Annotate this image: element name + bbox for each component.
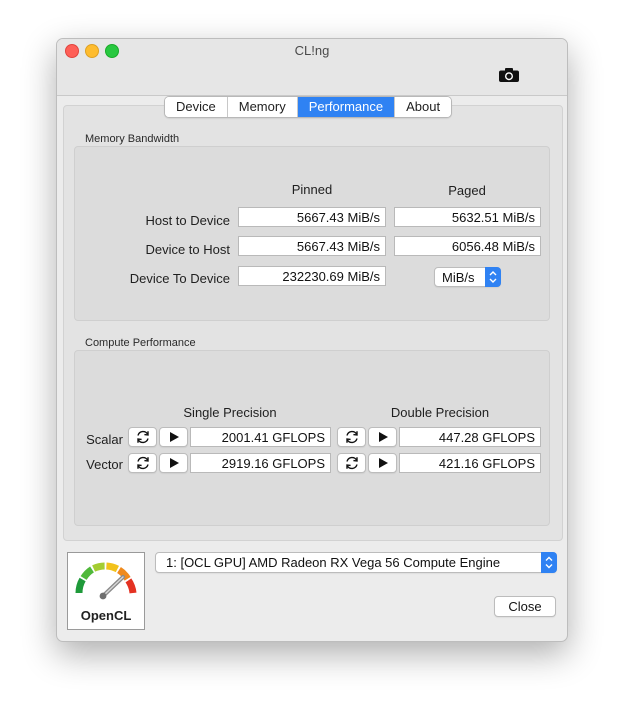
close-button[interactable]: Close [494, 596, 556, 617]
tab-performance[interactable]: Performance [297, 97, 396, 117]
memory-bandwidth-group [74, 146, 550, 321]
vector-single-refresh-button[interactable] [128, 453, 157, 473]
device-select-value: 1: [OCL GPU] AMD Radeon RX Vega 56 Compu… [166, 555, 501, 570]
device-select[interactable]: 1: [OCL GPU] AMD Radeon RX Vega 56 Compu… [155, 552, 557, 573]
chevron-updown-icon [541, 552, 557, 573]
window-title: CL!ng [294, 43, 330, 58]
device-to-host-paged-field: 6056.48 MiB/s [394, 236, 541, 256]
row-label-vector: Vector [86, 457, 123, 472]
compute-performance-label: Compute Performance [85, 337, 196, 349]
row-label-scalar: Scalar [86, 432, 123, 447]
vector-single-field: 2919.16 GFLOPS [190, 453, 331, 473]
vector-double-refresh-button[interactable] [337, 453, 366, 473]
opencl-logo-text: OpenCL [80, 608, 132, 623]
app-window: CL!ng Device Memory Performance About Me… [56, 38, 568, 642]
scalar-single-run-button[interactable] [159, 427, 188, 447]
tab-device[interactable]: Device [165, 97, 228, 117]
vector-double-field: 421.16 GFLOPS [399, 453, 541, 473]
row-label-device-to-device: Device To Device [129, 271, 230, 286]
scalar-double-field: 447.28 GFLOPS [399, 427, 541, 447]
play-icon [378, 458, 388, 468]
tab-about[interactable]: About [395, 97, 452, 117]
tab-bar: Device Memory Performance About [164, 96, 453, 118]
row-label-host-to-device: Host to Device [145, 213, 230, 228]
unit-select[interactable]: MiB/s [434, 267, 501, 287]
paged-column-header: Paged [448, 183, 486, 198]
play-icon [378, 432, 388, 442]
scalar-double-refresh-button[interactable] [337, 427, 366, 447]
scalar-double-run-button[interactable] [368, 427, 397, 447]
chevron-updown-icon [485, 267, 501, 287]
refresh-icon [136, 430, 149, 444]
refresh-icon [345, 430, 358, 444]
memory-bandwidth-label: Memory Bandwidth [85, 133, 180, 145]
unit-select-value: MiB/s [442, 270, 475, 285]
double-precision-header: Double Precision [390, 405, 490, 420]
refresh-icon [345, 456, 358, 470]
title-bar: CL!ng [57, 39, 567, 96]
vector-double-run-button[interactable] [368, 453, 397, 473]
device-to-device-pinned-field: 232230.69 MiB/s [238, 266, 386, 286]
play-icon [169, 432, 179, 442]
vector-single-run-button[interactable] [159, 453, 188, 473]
pinned-column-header: Pinned [291, 182, 333, 197]
refresh-icon [136, 456, 149, 470]
row-label-device-to-host: Device to Host [145, 242, 230, 257]
device-to-host-pinned-field: 5667.43 MiB/s [238, 236, 386, 256]
scalar-single-refresh-button[interactable] [128, 427, 157, 447]
opencl-gauge-icon [75, 562, 137, 600]
play-icon [169, 458, 179, 468]
scalar-single-field: 2001.41 GFLOPS [190, 427, 331, 447]
host-to-device-paged-field: 5632.51 MiB/s [394, 207, 541, 227]
single-precision-header: Single Precision [183, 405, 277, 420]
camera-icon[interactable] [499, 68, 519, 82]
tab-memory[interactable]: Memory [227, 97, 298, 117]
host-to-device-pinned-field: 5667.43 MiB/s [238, 207, 386, 227]
opencl-logo: OpenCL [67, 552, 145, 630]
